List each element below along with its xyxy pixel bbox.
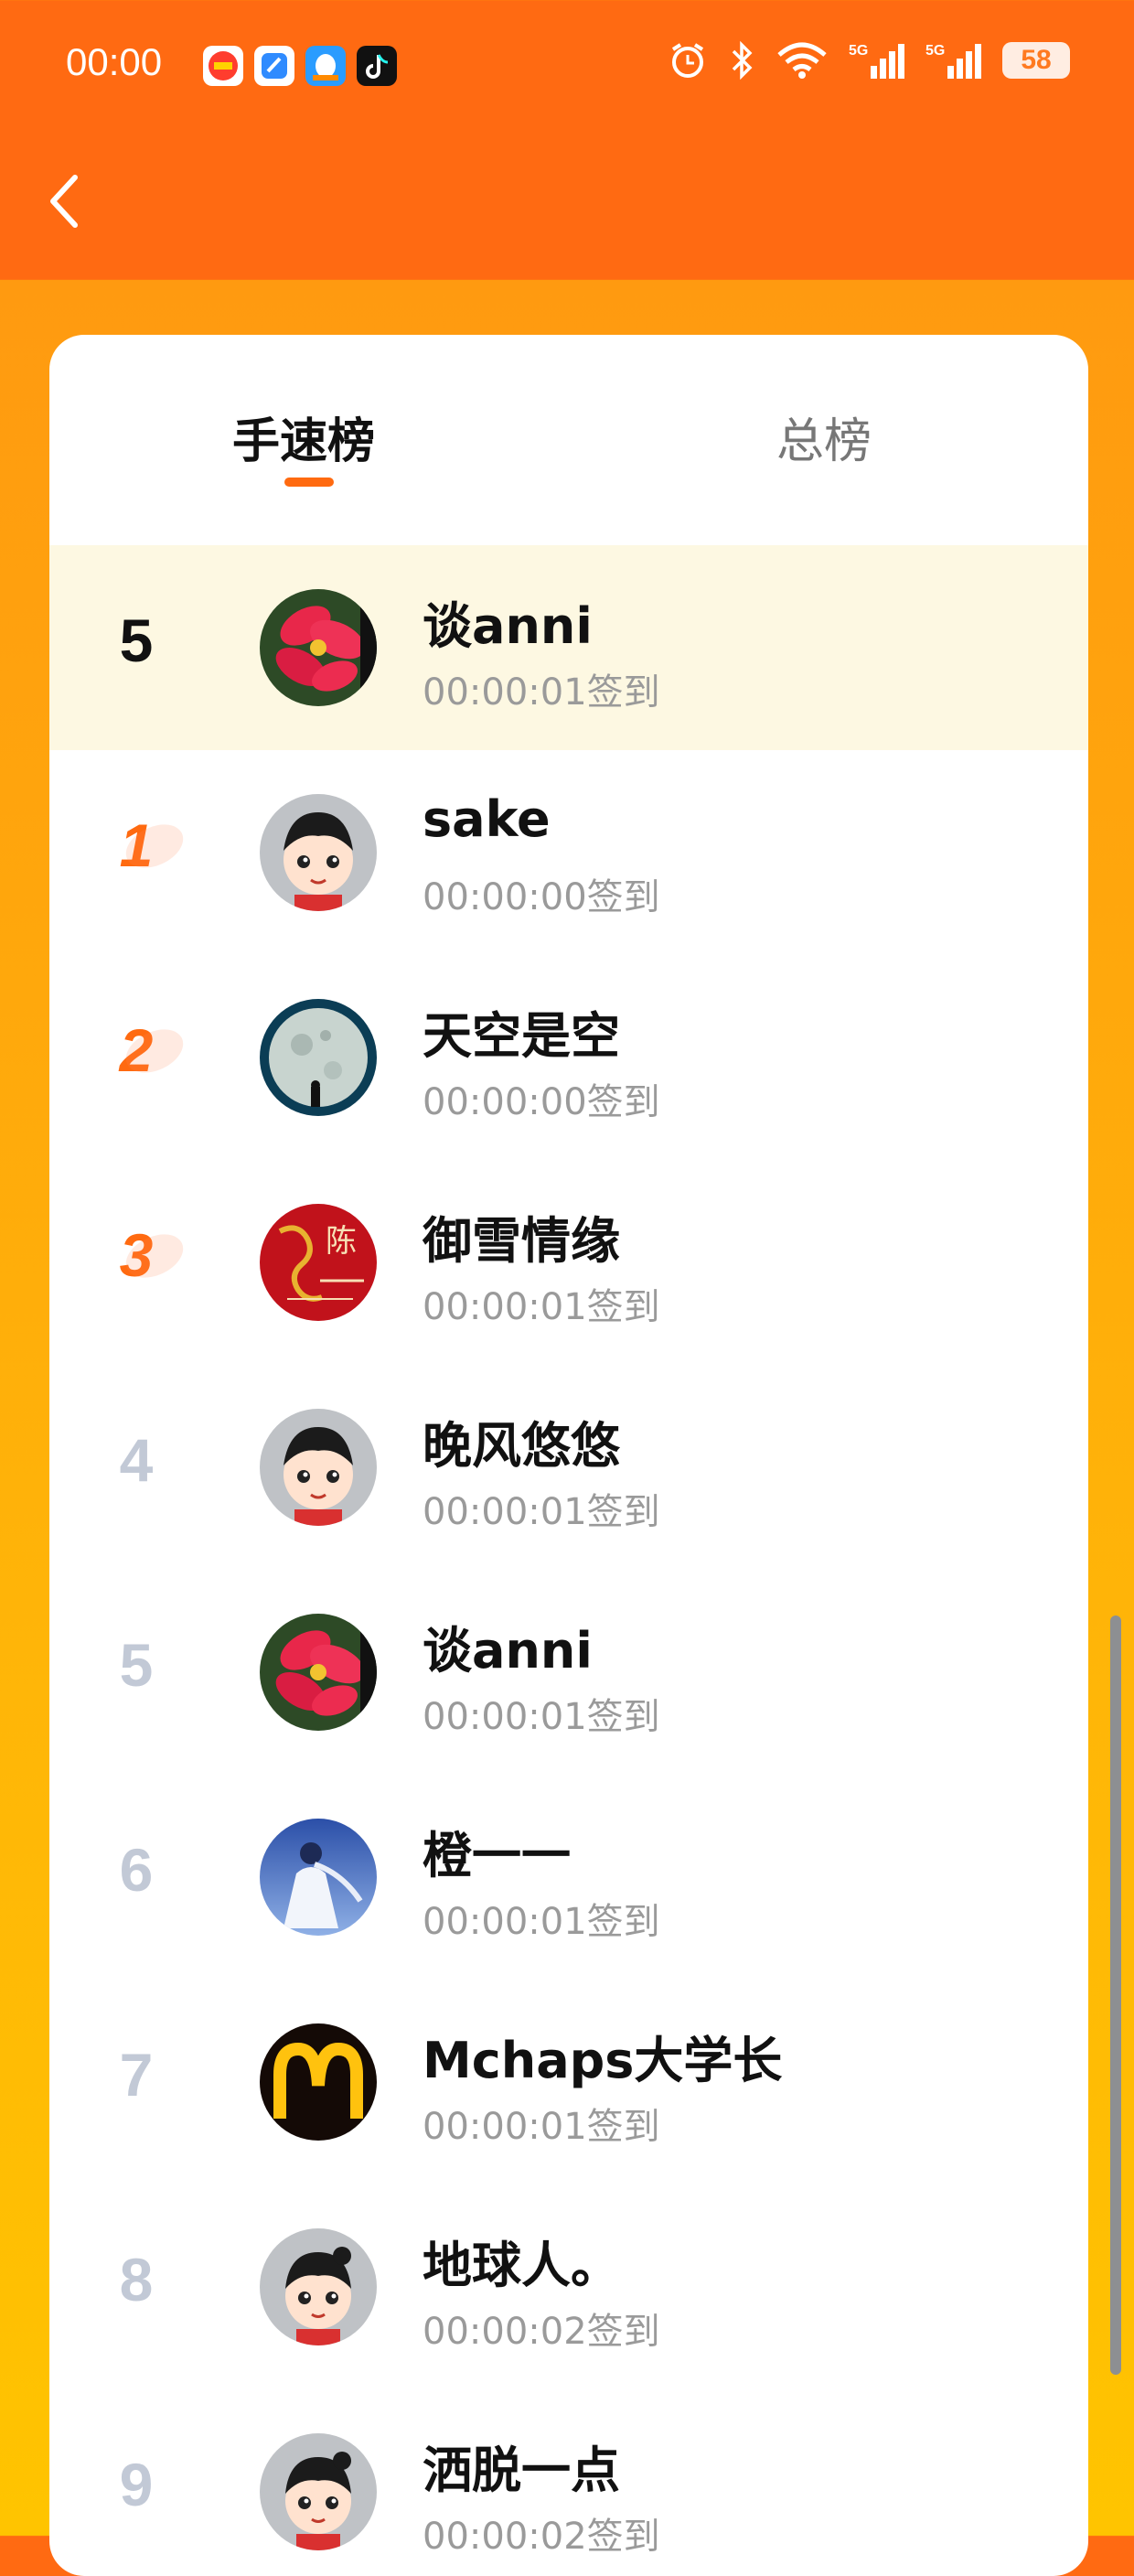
rank-number: 8 [119, 2246, 154, 2313]
checkin-time: 00:00:00签到 [423, 1081, 660, 1123]
checkin-time: 00:00:01签到 [423, 2106, 660, 2148]
list-item[interactable]: 1 sake 00:00:00签到 [49, 750, 1088, 955]
status-bar: 00:00 5G 5G 58 [0, 0, 1134, 137]
cartoon-girl-avatar [260, 2433, 377, 2550]
checkin-time: 00:00:00签到 [423, 876, 660, 918]
checkin-time: 00:00:01签到 [423, 1696, 660, 1738]
blue-app-icon [254, 46, 294, 86]
svg-text:5G: 5G [849, 43, 868, 59]
bluetooth-icon [732, 40, 753, 80]
list-item[interactable]: 6 橙一一 00:00:01签到 [49, 1775, 1088, 1980]
checkin-time: 00:00:01签到 [423, 1901, 660, 1943]
rank-number: 1 [86, 810, 187, 880]
avatar [260, 2228, 377, 2345]
rank-number: 5 [119, 606, 154, 674]
poinsettia-avatar [260, 589, 377, 706]
red-app-icon [203, 46, 243, 86]
notification-icons [203, 46, 397, 86]
girl-in-white-avatar [260, 1819, 377, 1936]
red-dragon-avatar: 陈 [260, 1204, 377, 1321]
list-item[interactable]: 3 陈 御雪情缘 00:00:01签到 [49, 1160, 1088, 1365]
avatar [260, 589, 377, 706]
list-item[interactable]: 5 谈anni 00:00:01签到 [49, 1570, 1088, 1775]
tab-speed-ranking[interactable]: 手速榜 [232, 402, 375, 471]
user-name: sake [423, 790, 551, 848]
status-time: 00:00 [66, 40, 163, 83]
user-name: 晚风悠悠 [423, 1417, 620, 1475]
mcdonalds-logo-avatar [260, 2023, 377, 2141]
rank-number: 6 [119, 1836, 154, 1904]
avatar [260, 1409, 377, 1526]
douyin-app-icon [357, 46, 397, 86]
my-rank-row[interactable]: 5 谈anni 00:00:01签到 [49, 545, 1088, 750]
checkin-time: 00:00:01签到 [423, 671, 660, 714]
user-name: 御雪情缘 [423, 1212, 620, 1270]
rank-number: 7 [119, 2041, 154, 2109]
rank-number: 3 [86, 1220, 187, 1290]
cartoon-boy-avatar [260, 794, 377, 911]
user-name: 地球人。 [423, 2237, 620, 2294]
tab-bar: 手速榜 总榜 [49, 335, 1088, 545]
avatar [260, 1819, 377, 1936]
list-item[interactable]: 7 Mchaps大学长 00:00:01签到 [49, 1980, 1088, 2184]
leaderboard-card: 手速榜 总榜 5 谈anni 00:00:01签到 1 sake 00:00:0… [49, 335, 1088, 2576]
avatar: 陈 [260, 1204, 377, 1321]
rank-number: 2 [86, 1015, 187, 1085]
avatar [260, 2433, 377, 2550]
svg-text:陈: 陈 [326, 1223, 357, 1260]
rank-number: 4 [119, 1426, 154, 1494]
svg-text:5G: 5G [925, 43, 945, 59]
alarm-icon [671, 43, 704, 78]
scrollbar[interactable] [1110, 1615, 1121, 2375]
checkin-time: 00:00:01签到 [423, 1491, 660, 1533]
avatar [260, 999, 377, 1116]
battery-indicator: 58 [1002, 42, 1070, 79]
user-name: 谈anni [423, 597, 593, 655]
avatar [260, 2023, 377, 2141]
cartoon-boy-avatar [260, 1409, 377, 1526]
poinsettia-avatar [260, 1614, 377, 1731]
list-item[interactable]: 2 天空是空 00:00:00签到 [49, 955, 1088, 1160]
5g-signal-icon: 5G [925, 43, 981, 79]
user-name: 谈anni [423, 1622, 593, 1680]
moon-avatar [260, 999, 377, 1116]
avatar [260, 1614, 377, 1731]
cartoon-girl-avatar [260, 2228, 377, 2345]
avatar [260, 794, 377, 911]
list-item[interactable]: 8 地球人。 00:00:02签到 [49, 2184, 1088, 2389]
user-name: 洒脱一点 [423, 2442, 620, 2499]
rank-number: 5 [119, 1631, 154, 1699]
system-icons: 5G 5G 58 [668, 40, 1070, 80]
active-tab-indicator [284, 478, 334, 487]
user-name: 天空是空 [423, 1007, 620, 1065]
qq-app-icon [305, 46, 346, 86]
checkin-time: 00:00:01签到 [423, 1286, 660, 1328]
tab-total-ranking[interactable]: 总榜 [776, 402, 872, 471]
5g-signal-icon: 5G [849, 43, 904, 79]
back-button[interactable] [40, 165, 95, 238]
user-name: 橙一一 [423, 1827, 571, 1884]
checkin-time: 00:00:02签到 [423, 2516, 660, 2558]
chevron-left-icon [50, 175, 78, 228]
wifi-icon [777, 42, 827, 79]
checkin-time: 00:00:02签到 [423, 2311, 660, 2353]
user-name: Mchaps大学长 [423, 2032, 783, 2089]
list-item[interactable]: 9 洒脱一点 00:00:02签到 [49, 2389, 1088, 2576]
list-item[interactable]: 4 晚风悠悠 00:00:01签到 [49, 1365, 1088, 1570]
rank-number: 9 [119, 2451, 154, 2518]
